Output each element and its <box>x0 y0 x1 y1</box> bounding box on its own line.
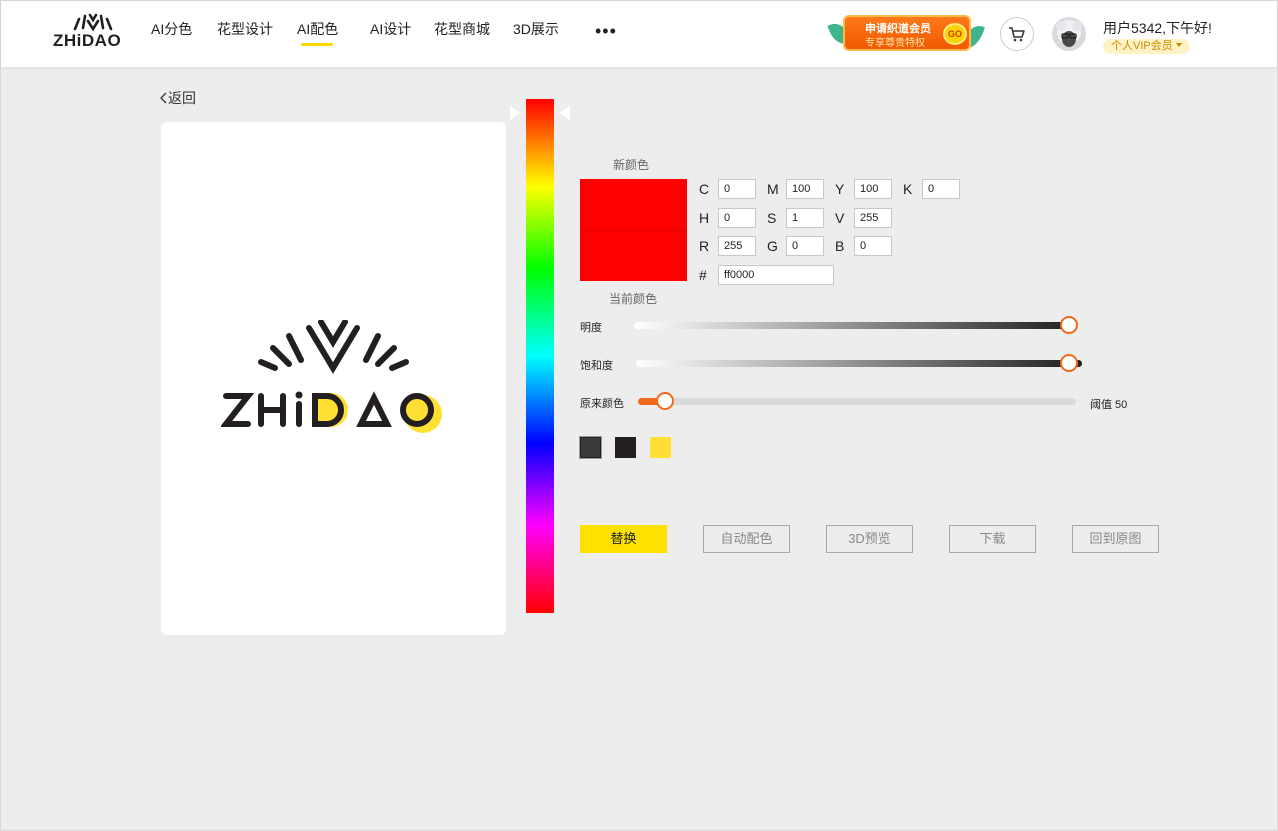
y-input[interactable] <box>854 179 892 199</box>
zhidao-logo-preview-image <box>221 320 442 433</box>
threshold-thumb[interactable] <box>656 392 674 410</box>
threshold-value: 阈值 50 <box>1090 399 1128 411</box>
g-label: G <box>767 238 778 254</box>
new-color-swatch <box>580 179 687 230</box>
m-input[interactable] <box>786 179 824 199</box>
nav-ai-separation[interactable]: AI分色 <box>151 19 192 39</box>
v-input[interactable] <box>854 208 892 228</box>
back-label: 返回 <box>168 90 196 106</box>
hue-pointer-left-icon[interactable] <box>510 106 521 120</box>
original-color-label: 原来颜色 <box>580 398 624 410</box>
k-label: K <box>903 181 913 197</box>
brightness-thumb[interactable] <box>1060 316 1078 334</box>
vip-promo-banner[interactable]: 申请织道会员 专享尊贵特权 GO <box>827 14 985 54</box>
hex-label: # <box>699 267 707 283</box>
chevron-down-icon <box>1175 43 1182 47</box>
logo-text: ZHiDAO <box>53 31 122 50</box>
b-label: B <box>835 238 845 254</box>
palette-chip-yellow[interactable] <box>650 437 671 458</box>
vip-banner-subtitle: 专享尊贵特权 <box>865 38 925 49</box>
back-link[interactable]: 返回 <box>159 88 196 108</box>
m-label: M <box>767 181 779 197</box>
preview-3d-button[interactable]: 3D预览 <box>826 525 913 553</box>
current-color-swatch <box>580 230 687 281</box>
c-input[interactable] <box>718 179 756 199</box>
vip-banner-body: 申请织道会员 专享尊贵特权 GO <box>843 15 971 51</box>
threshold-track[interactable] <box>638 398 1076 405</box>
r-input[interactable] <box>718 236 756 256</box>
logo-mark-icon <box>73 13 113 32</box>
hex-input[interactable] <box>718 265 834 285</box>
zhidao-logo[interactable]: ZHiDAO <box>53 11 127 50</box>
hue-slider[interactable] <box>526 99 554 613</box>
more-menu-icon[interactable]: ••• <box>595 21 617 42</box>
g-input[interactable] <box>786 236 824 256</box>
c-label: C <box>699 181 710 197</box>
auto-color-button[interactable]: 自动配色 <box>703 525 790 553</box>
new-color-label: 新颜色 <box>613 158 650 172</box>
nav-pattern-design[interactable]: 花型设计 <box>217 19 273 39</box>
r-label: R <box>699 238 710 254</box>
b-input[interactable] <box>854 236 892 256</box>
current-color-label: 当前颜色 <box>609 292 658 306</box>
chevron-left-icon <box>160 92 167 104</box>
brightness-label: 明度 <box>580 322 602 334</box>
restore-original-button[interactable]: 回到原图 <box>1072 525 1159 553</box>
nav-3d-display[interactable]: 3D展示 <box>513 19 559 39</box>
nav-ai-design[interactable]: AI设计 <box>370 19 411 39</box>
sheep-avatar-icon <box>1056 20 1082 47</box>
cart-icon <box>1009 27 1025 42</box>
brightness-track[interactable] <box>634 322 1076 329</box>
pattern-preview-card <box>161 122 506 635</box>
y-label: Y <box>835 181 845 197</box>
download-button[interactable]: 下载 <box>949 525 1036 553</box>
h-input[interactable] <box>718 208 756 228</box>
vip-go-badge: GO <box>943 23 967 45</box>
nav-ai-coloring[interactable]: AI配色 <box>297 19 338 46</box>
cart-button[interactable] <box>1000 17 1034 51</box>
v-label: V <box>835 210 845 226</box>
palette-chip-black[interactable] <box>615 437 636 458</box>
saturation-label: 饱和度 <box>580 360 613 372</box>
palette-chip-dark-gray[interactable] <box>580 437 601 458</box>
h-label: H <box>699 210 710 226</box>
nav-pattern-mall[interactable]: 花型商城 <box>434 19 490 39</box>
member-badge-label: 个人VIP会员 <box>1111 40 1173 52</box>
member-badge[interactable]: 个人VIP会员 <box>1103 39 1190 54</box>
s-input[interactable] <box>786 208 824 228</box>
user-avatar[interactable] <box>1052 17 1086 51</box>
k-input[interactable] <box>922 179 960 199</box>
top-header: ZHiDAO AI分色 花型设计 AI配色 AI设计 花型商城 3D展示 •••… <box>1 1 1277 67</box>
saturation-thumb[interactable] <box>1060 354 1078 372</box>
replace-button[interactable]: 替换 <box>580 525 667 553</box>
saturation-track[interactable] <box>636 360 1082 367</box>
s-label: S <box>767 210 777 226</box>
hue-pointer-right-icon[interactable] <box>559 106 570 120</box>
user-greeting: 用户5342,下午好! <box>1103 20 1212 36</box>
